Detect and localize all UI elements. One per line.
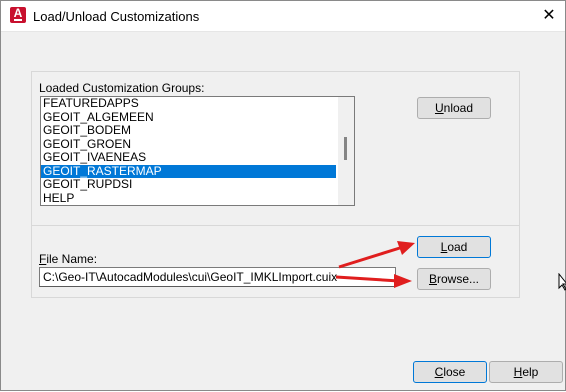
mouse-cursor-icon [558,273,566,291]
annotation-arrows [335,241,415,288]
arrow-to-load-button [338,241,415,269]
arrow-to-browse-button [335,274,412,288]
load-unload-dialog: A Load/Unload Customizations ✕ Loaded Cu… [0,0,566,391]
